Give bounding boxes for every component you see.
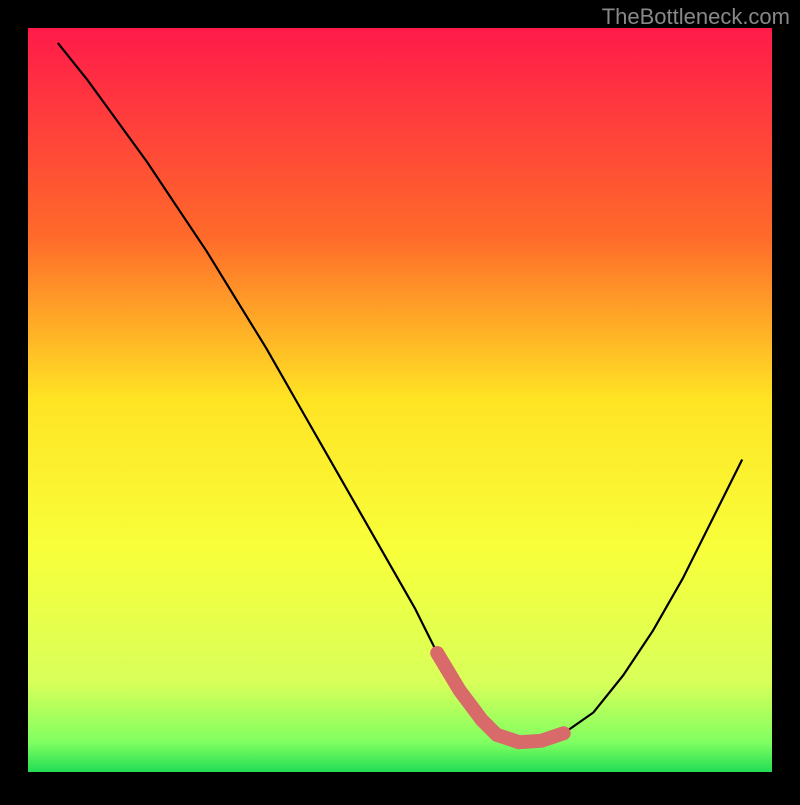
chart-container — [0, 0, 800, 800]
plot-background — [28, 28, 772, 772]
bottleneck-chart — [0, 0, 800, 800]
watermark-text: TheBottleneck.com — [602, 4, 790, 30]
